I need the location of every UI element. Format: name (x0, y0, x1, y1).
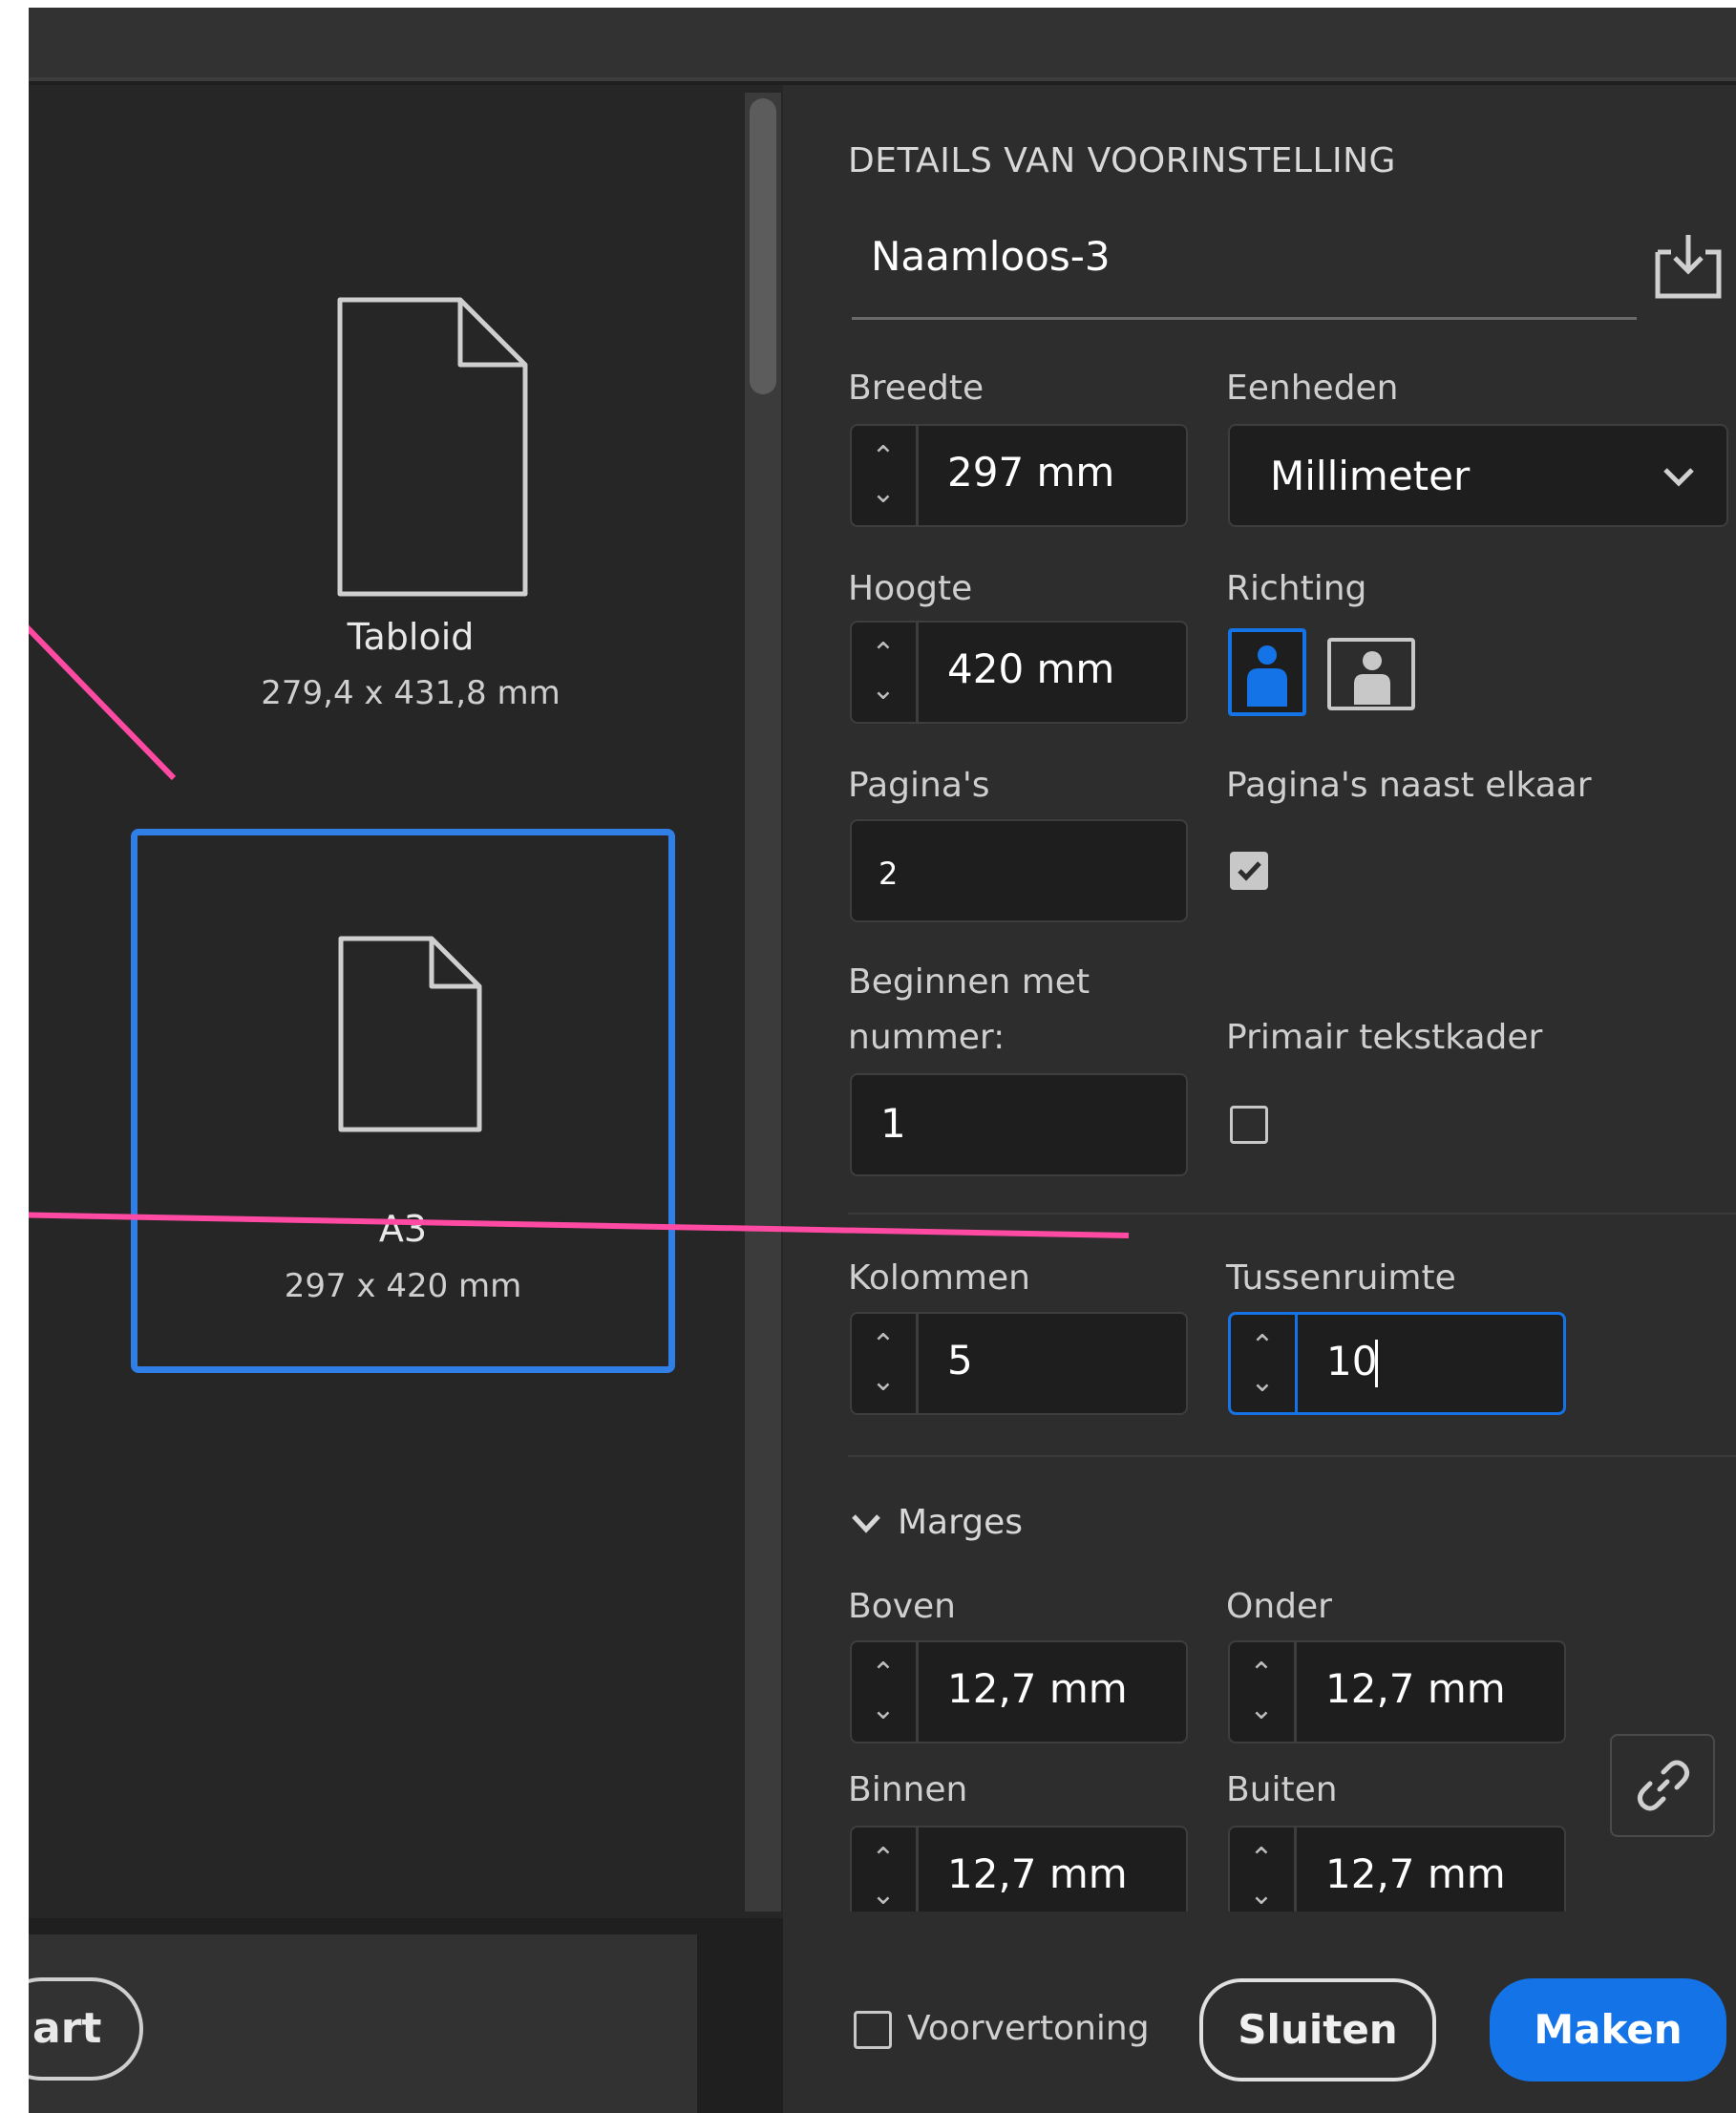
annotation-lines (29, 624, 1130, 1238)
new-document-dialog: Tabloid 279,4 x 431,8 mm A3 297 x 420 mm… (29, 8, 1736, 2113)
